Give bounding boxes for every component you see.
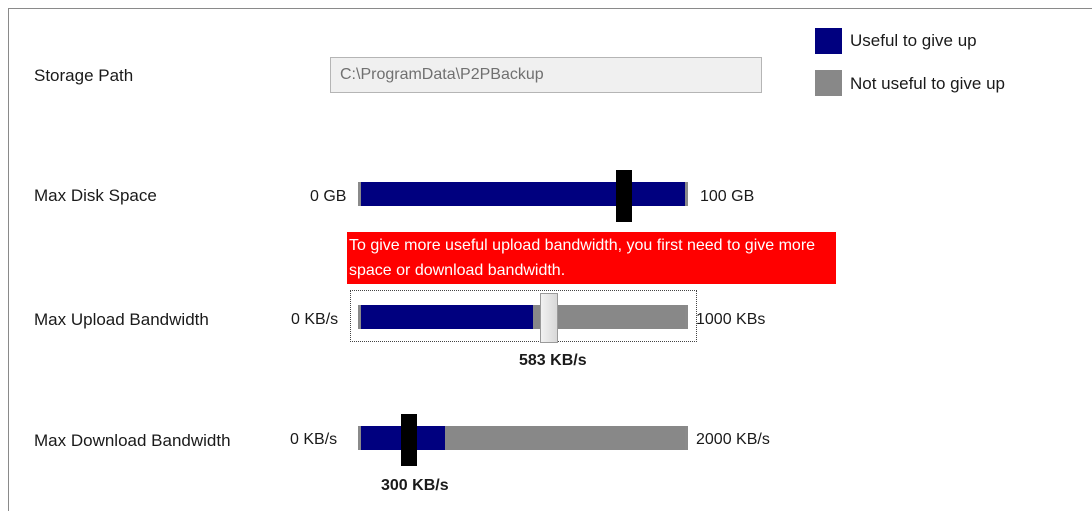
disk-slider-thumb[interactable] (616, 170, 632, 222)
bandwidth-warning-text: To give more useful upload bandwidth, yo… (349, 237, 816, 279)
max-upload-bandwidth-label: Max Upload Bandwidth (34, 310, 209, 329)
bandwidth-warning-banner: To give more useful upload bandwidth, yo… (347, 232, 836, 284)
storage-path-label: Storage Path (34, 66, 134, 85)
download-slider-thumb[interactable] (401, 414, 417, 466)
disk-slider-fill (361, 182, 685, 206)
legend-swatch-not-useful (815, 70, 842, 96)
legend-label-useful: Useful to give up (850, 31, 977, 50)
download-min-label: 0 KB/s (290, 431, 338, 448)
download-value-label: 300 KB/s (381, 477, 449, 494)
upload-min-label: 0 KB/s (291, 311, 339, 328)
legend-swatch-useful (815, 28, 842, 54)
upload-slider-thumb[interactable] (540, 293, 558, 343)
legend-label-not-useful: Not useful to give up (850, 74, 1005, 93)
upload-slider-track[interactable] (358, 305, 688, 329)
download-max-label: 2000 KB/s (696, 431, 770, 448)
disk-min-label: 0 GB (310, 188, 347, 205)
max-download-bandwidth-label: Max Download Bandwidth (34, 431, 231, 450)
upload-value-label: 583 KB/s (519, 352, 587, 369)
disk-slider-track[interactable] (358, 182, 688, 206)
storage-path-input[interactable] (330, 57, 762, 93)
upload-slider-fill (361, 305, 533, 329)
disk-max-label: 100 GB (700, 188, 755, 205)
max-disk-space-label: Max Disk Space (34, 186, 157, 205)
upload-max-label: 1000 KBs (696, 311, 766, 328)
